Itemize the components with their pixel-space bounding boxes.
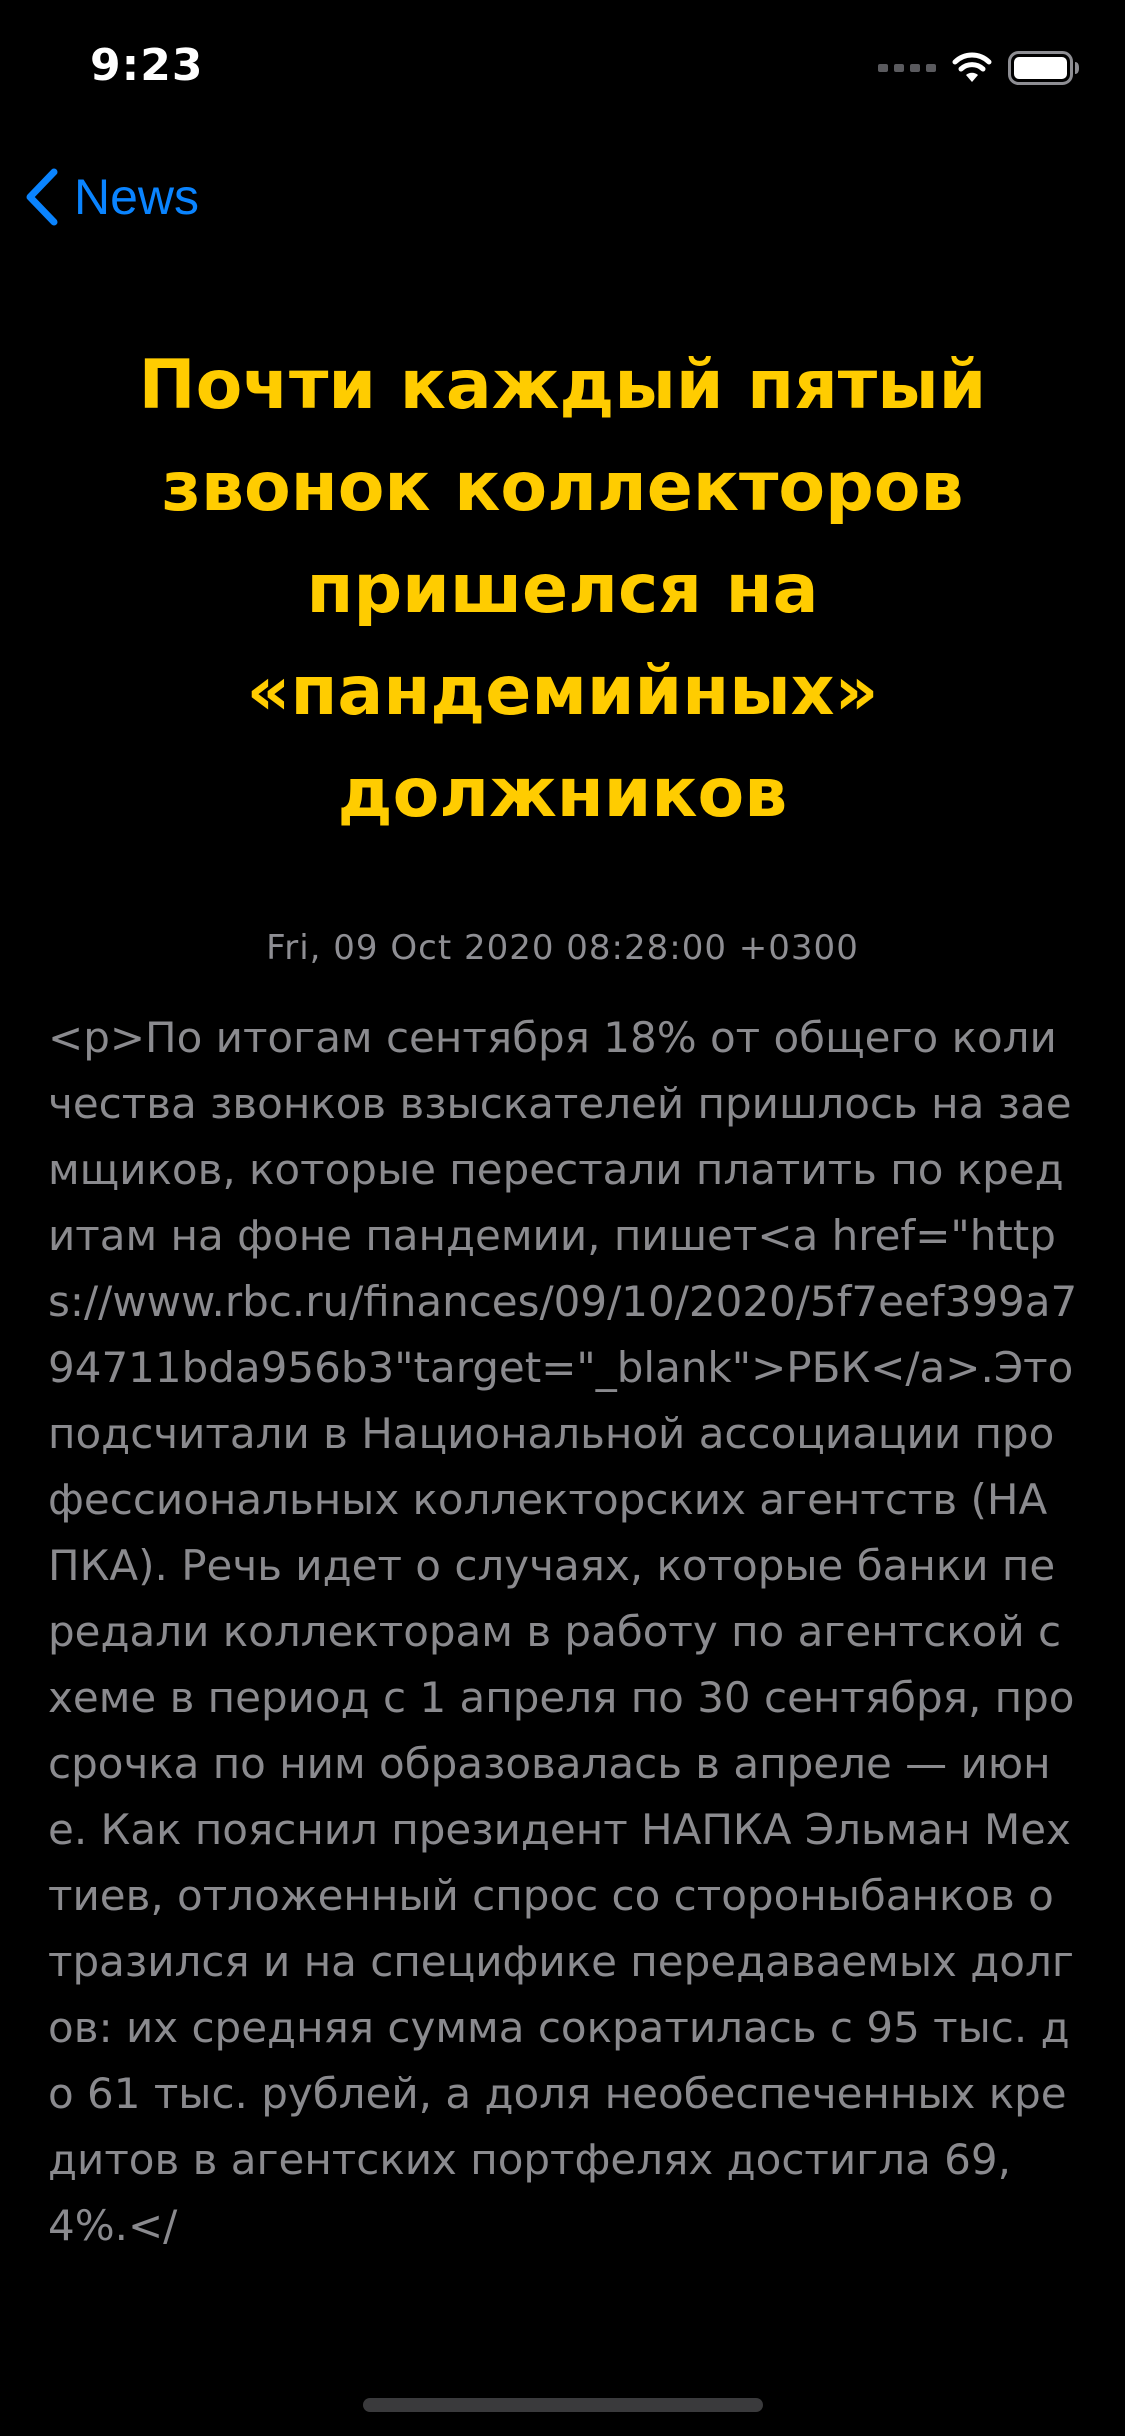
article-body: <p>По итогам сентября 18% от общего коли… — [48, 1013, 1078, 2250]
status-time: 9:23 — [90, 40, 204, 91]
cellular-signal-icon — [878, 64, 936, 72]
status-icons — [878, 48, 1080, 88]
chevron-left-icon — [26, 168, 58, 226]
status-bar: 9:23 — [0, 0, 1125, 140]
home-indicator[interactable] — [363, 2398, 763, 2412]
back-button-label: News — [74, 169, 200, 225]
back-button[interactable]: News — [24, 168, 199, 226]
wifi-icon — [952, 52, 992, 82]
battery-icon — [1008, 51, 1079, 85]
navigation-bar: News — [0, 160, 1125, 240]
article-date: Fri, 09 Oct 2020 08:28:00 +0300 — [266, 928, 859, 968]
article-title: Почти каждый пятый звонок коллекторов пр… — [138, 346, 987, 833]
